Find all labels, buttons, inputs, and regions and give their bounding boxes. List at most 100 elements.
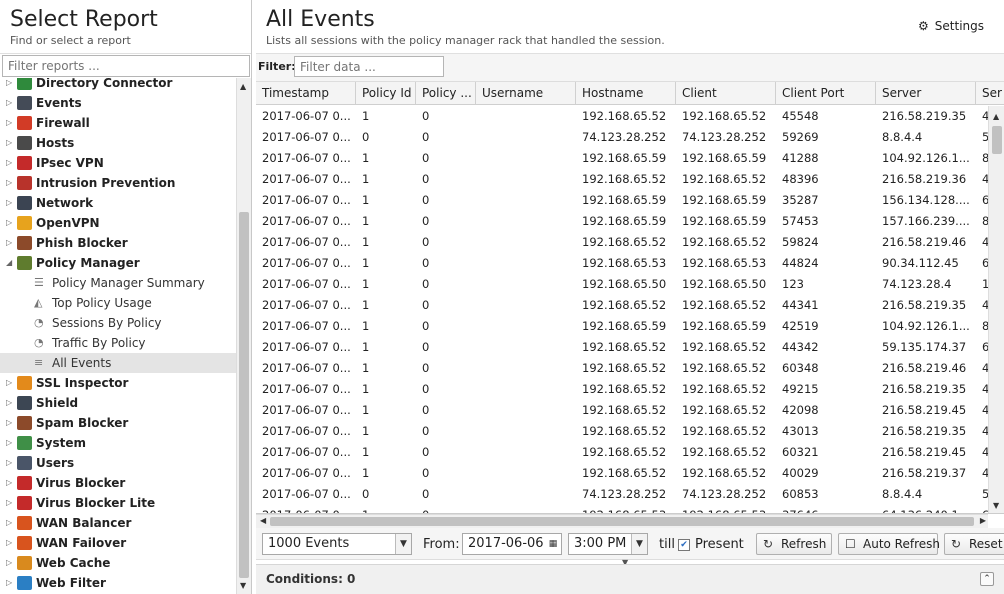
app-node[interactable]: ▷ Intrusion Prevention <box>0 173 236 193</box>
app-node[interactable]: ▷ Web Filter <box>0 573 236 593</box>
scroll-down-icon[interactable]: ▼ <box>993 501 999 510</box>
expand-arrow-icon[interactable]: ▷ <box>6 573 14 593</box>
refresh-button[interactable]: ↻ Refresh <box>756 533 832 555</box>
table-row[interactable]: 2017-06-07 0... 1 0 192.168.65.52 192.168.65… <box>256 358 988 379</box>
app-node[interactable]: ▷ Virus Blocker <box>0 473 236 493</box>
app-node[interactable]: ▷ Web Cache <box>0 553 236 573</box>
table-row[interactable]: 2017-06-07 0... 1 0 192.168.65.52 192.168.65… <box>256 106 988 127</box>
expand-arrow-icon[interactable]: ▷ <box>6 533 14 553</box>
table-row[interactable]: 2017-06-07 0... 1 0 192.168.65.52 192.168.65… <box>256 169 988 190</box>
report-item[interactable]: ◭ Top Policy Usage <box>0 293 236 313</box>
collapse-arrow-icon[interactable]: ◢ <box>6 253 14 273</box>
from-date-field[interactable]: 2017-06-06 ▦ <box>462 533 562 555</box>
app-node[interactable]: ▷ WAN Balancer <box>0 513 236 533</box>
table-row[interactable]: 2017-06-07 0... 1 0 192.168.65.59 192.168.65… <box>256 148 988 169</box>
table-row[interactable]: 2017-06-07 0...10192.168.65.53192.168.65… <box>256 505 988 513</box>
expand-arrow-icon[interactable]: ▷ <box>6 153 14 173</box>
app-node[interactable]: ▷ SSL Inspector <box>0 373 236 393</box>
report-item[interactable]: ≡ All Events <box>0 353 236 373</box>
table-row[interactable]: 2017-06-07 0... 0 0 74.123.28.252 74.123.28.… <box>256 484 988 505</box>
column-header[interactable]: Client Port <box>776 82 876 105</box>
report-item[interactable]: ☰ Policy Manager Summary <box>0 273 236 293</box>
scroll-left-icon[interactable]: ◀ <box>260 516 266 525</box>
app-node[interactable]: ▷ Shield <box>0 393 236 413</box>
scrollbar-thumb[interactable] <box>992 126 1002 154</box>
expand-arrow-icon[interactable]: ▷ <box>6 113 14 133</box>
app-node[interactable]: ▷ Hosts <box>0 133 236 153</box>
settings-button[interactable]: ⚙ Settings <box>918 19 984 33</box>
scroll-up-icon[interactable]: ▲ <box>240 82 246 91</box>
table-row[interactable]: 2017-06-07 0... 1 0 192.168.65.59 192.168.65… <box>256 211 988 232</box>
table-row[interactable]: 2017-06-07 0... 1 0 192.168.65.52 192.168.65… <box>256 421 988 442</box>
app-node[interactable]: ▷ WAN Failover <box>0 533 236 553</box>
expand-arrow-icon[interactable]: ▷ <box>6 413 14 433</box>
report-item[interactable]: ◔ Sessions By Policy <box>0 313 236 333</box>
app-node[interactable]: ▷ Events <box>0 93 236 113</box>
column-header[interactable]: Client <box>676 82 776 105</box>
app-node[interactable]: ◢ Policy Manager <box>0 253 236 273</box>
expand-arrow-icon[interactable]: ▷ <box>6 513 14 533</box>
table-row[interactable]: 2017-06-07 0... 1 0 192.168.65.52 192.168.65… <box>256 463 988 484</box>
app-node[interactable]: ▷ Firewall <box>0 113 236 133</box>
table-row[interactable]: 2017-06-07 0... 1 0 192.168.65.52 192.168.65… <box>256 232 988 253</box>
expand-arrow-icon[interactable]: ▷ <box>6 453 14 473</box>
filter-data-input[interactable] <box>294 56 444 77</box>
expand-arrow-icon[interactable]: ▷ <box>6 473 14 493</box>
expand-arrow-icon[interactable]: ▷ <box>6 193 14 213</box>
app-node[interactable]: ▷ IPsec VPN <box>0 153 236 173</box>
scrollbar-thumb[interactable] <box>270 517 974 526</box>
expand-arrow-icon[interactable]: ▷ <box>6 433 14 453</box>
app-node[interactable]: ▷ System <box>0 433 236 453</box>
expand-arrow-icon[interactable]: ▷ <box>6 93 14 113</box>
table-row[interactable]: 2017-06-07 0... 0 0 74.123.28.252 74.123.28.… <box>256 127 988 148</box>
scrollbar-thumb[interactable] <box>239 212 249 578</box>
scroll-up-icon[interactable]: ▲ <box>993 112 999 121</box>
chevron-down-icon[interactable]: ▼ <box>631 534 647 554</box>
grid-horizontal-scrollbar[interactable]: ◀ ▶ <box>256 514 988 528</box>
expand-icon[interactable]: ⌃ <box>980 572 994 586</box>
app-node[interactable]: ▷ OpenVPN <box>0 213 236 233</box>
table-row[interactable]: 2017-06-07 0... 1 0 192.168.65.52 192.168.65… <box>256 379 988 400</box>
app-node[interactable]: ▷ Virus Blocker Lite <box>0 493 236 513</box>
expand-arrow-icon[interactable]: ▷ <box>6 173 14 193</box>
table-row[interactable]: 2017-06-07 0... 1 0 192.168.65.52 192.168.65… <box>256 442 988 463</box>
conditions-panel[interactable]: Conditions: 0 ⌃ <box>256 564 1004 594</box>
grid-vertical-scrollbar[interactable]: ▲ ▼ <box>988 106 1004 513</box>
table-row[interactable]: 2017-06-07 0... 1 0 192.168.65.59 192.168.65… <box>256 190 988 211</box>
table-row[interactable]: 2017-06-07 0...10192.168.65.53192.168.65… <box>256 253 988 274</box>
column-header[interactable]: Server <box>876 82 976 105</box>
calendar-icon[interactable]: ▦ <box>545 534 561 554</box>
column-header[interactable]: Ser <box>976 82 1004 105</box>
app-node[interactable]: ▷ Network <box>0 193 236 213</box>
present-checkbox[interactable]: ✔ <box>678 539 690 551</box>
column-header[interactable]: Username <box>476 82 576 105</box>
table-row[interactable]: 2017-06-07 0... 1 0 192.168.65.52 192.168.65… <box>256 337 988 358</box>
chevron-down-icon[interactable]: ▼ <box>395 534 411 554</box>
column-header[interactable]: Hostname <box>576 82 676 105</box>
app-node[interactable]: ▷ Spam Blocker <box>0 413 236 433</box>
reset-button[interactable]: ↻ Reset <box>944 533 1004 555</box>
app-node[interactable]: ▷ Users <box>0 453 236 473</box>
expand-arrow-icon[interactable]: ▷ <box>6 373 14 393</box>
column-header[interactable]: Policy ... <box>416 82 476 105</box>
table-row[interactable]: 2017-06-07 0... 1 0 192.168.65.50 192.168.65… <box>256 274 988 295</box>
table-row[interactable]: 2017-06-07 0... 1 0 192.168.65.52 192.168.65… <box>256 400 988 421</box>
app-node[interactable]: ▷ Directory Connector <box>0 78 236 93</box>
scroll-right-icon[interactable]: ▶ <box>980 516 986 525</box>
report-tree-scrollbar[interactable]: ▲ ▼ <box>236 78 251 594</box>
column-header[interactable]: Policy Id <box>356 82 416 105</box>
expand-arrow-icon[interactable]: ▷ <box>6 78 14 93</box>
scroll-down-icon[interactable]: ▼ <box>240 581 246 590</box>
auto-refresh-button[interactable]: ☐ Auto Refresh <box>838 533 940 555</box>
from-time-select[interactable]: 3:00 PM ▼ <box>568 533 648 555</box>
column-header[interactable]: Timestamp <box>256 82 356 105</box>
event-limit-select[interactable]: 1000 Events ▼ <box>262 533 412 555</box>
expand-arrow-icon[interactable]: ▷ <box>6 393 14 413</box>
table-row[interactable]: 2017-06-07 0... 1 0 192.168.65.52 192.168.65… <box>256 295 988 316</box>
expand-arrow-icon[interactable]: ▷ <box>6 493 14 513</box>
expand-arrow-icon[interactable]: ▷ <box>6 213 14 233</box>
app-node[interactable]: ▷ Phish Blocker <box>0 233 236 253</box>
table-row[interactable]: 2017-06-07 0... 1 0 192.168.65.59 192.168.65… <box>256 316 988 337</box>
report-item[interactable]: ◔ Traffic By Policy <box>0 333 236 353</box>
expand-arrow-icon[interactable]: ▷ <box>6 553 14 573</box>
